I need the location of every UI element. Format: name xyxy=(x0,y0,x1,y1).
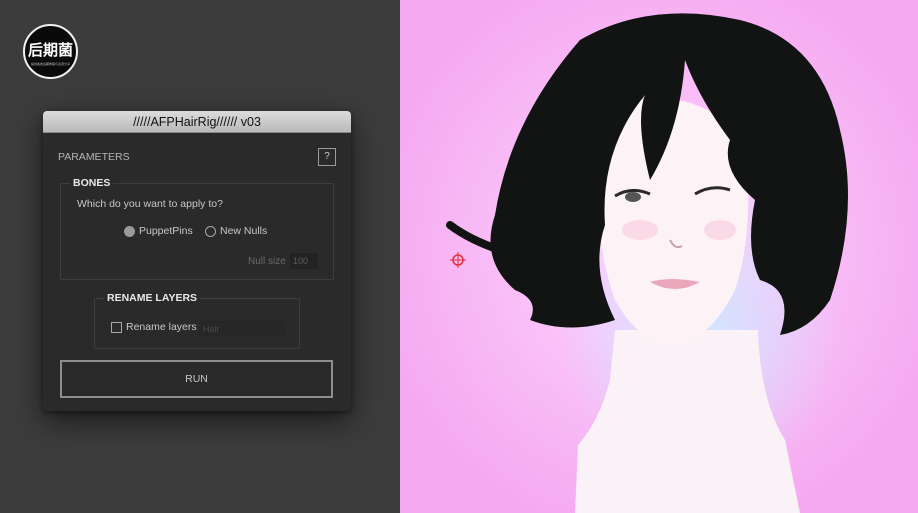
parameters-label: PARAMETERS xyxy=(58,151,130,163)
radio-selected-icon[interactable] xyxy=(124,225,135,237)
blush-left xyxy=(622,220,658,240)
bones-group-title: BONES xyxy=(70,177,114,189)
composition-viewer[interactable] xyxy=(400,0,918,513)
iris-left xyxy=(625,192,641,202)
script-panel: /////AFPHairRig////// v03 PARAMETERS ? B… xyxy=(43,111,351,411)
checkbox-icon[interactable] xyxy=(111,321,122,333)
logo-badge: 后期菌 提供各类后期教程与资源分享 xyxy=(23,24,78,79)
radio-unselected-icon[interactable] xyxy=(205,225,216,237)
apply-question: Which do you want to apply to? xyxy=(77,198,223,210)
logo-text: 后期菌 xyxy=(27,41,73,59)
panel-title-bar[interactable]: /////AFPHairRig////// v03 xyxy=(43,111,351,133)
radio-puppetpins[interactable]: PuppetPins xyxy=(124,224,193,238)
rename-layers-label: Rename layers xyxy=(126,321,197,333)
rename-group-title: RENAME LAYERS xyxy=(104,292,201,304)
bones-group: BONES Which do you want to apply to? Pup… xyxy=(60,177,334,280)
radio-new-nulls-label: New Nulls xyxy=(220,225,268,237)
blush-right xyxy=(704,220,736,240)
neck-shape xyxy=(575,330,800,513)
logo-subtext: 提供各类后期教程与资源分享 xyxy=(30,62,70,66)
workspace-left: 后期菌 提供各类后期教程与资源分享 /////AFPHairRig////// … xyxy=(0,0,400,513)
anchor-point-marker[interactable] xyxy=(450,252,466,268)
rename-layers-checkbox[interactable]: Rename layers xyxy=(111,321,197,333)
layer-name-input[interactable] xyxy=(199,321,285,337)
help-button[interactable]: ? xyxy=(318,148,336,166)
rename-layers-group: RENAME LAYERS Rename layers xyxy=(94,292,300,349)
artwork-illustration xyxy=(446,13,848,513)
radio-new-nulls[interactable]: New Nulls xyxy=(205,224,267,238)
radio-puppetpins-label: PuppetPins xyxy=(139,225,193,237)
null-size-label: Null size xyxy=(248,256,286,267)
run-button[interactable]: RUN xyxy=(60,360,333,398)
null-size-input[interactable] xyxy=(290,253,318,269)
